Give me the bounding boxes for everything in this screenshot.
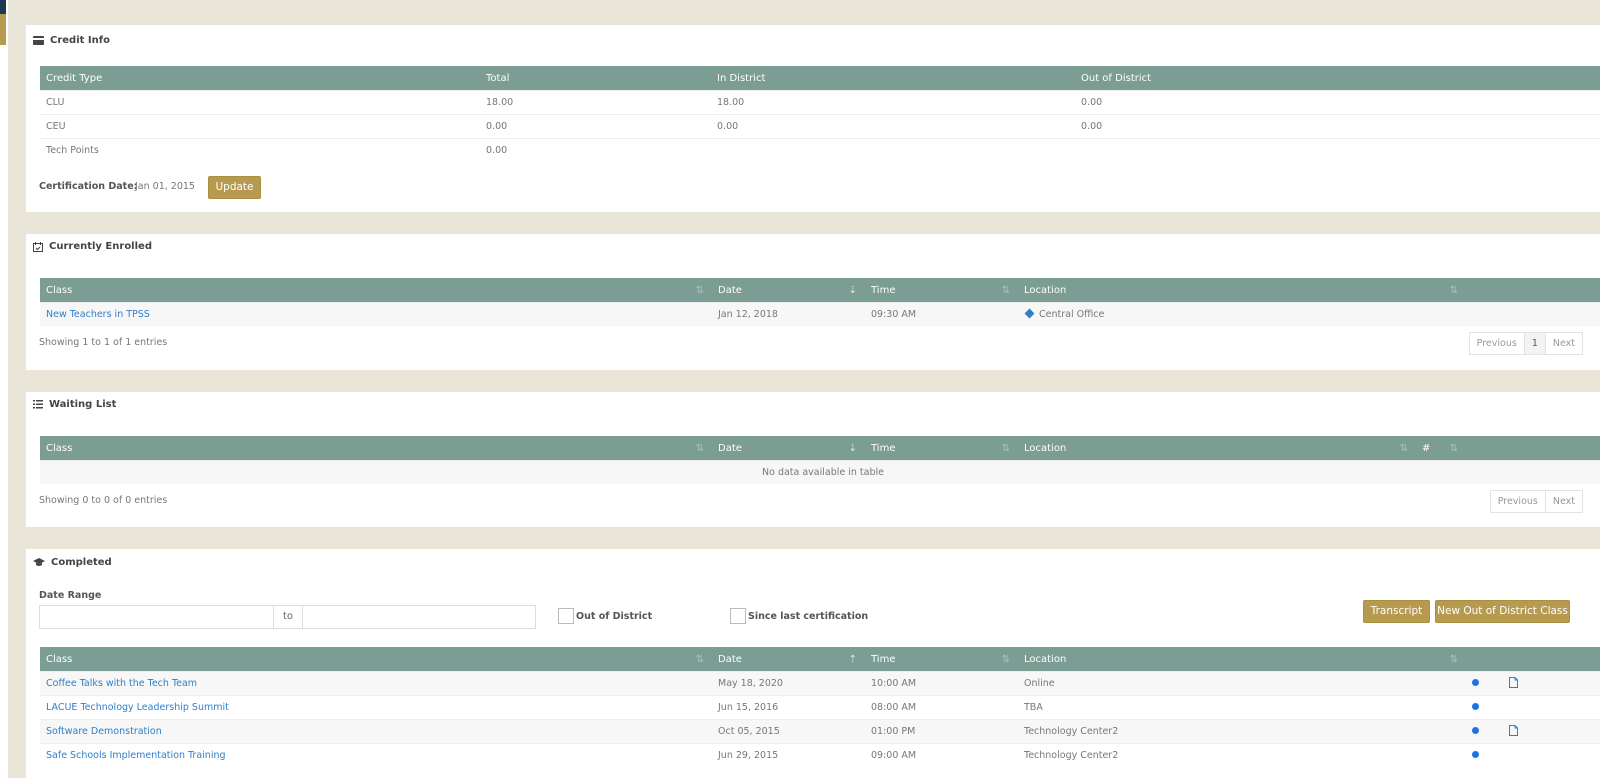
status-dot-icon[interactable] [1472, 679, 1479, 686]
date-from-input[interactable] [39, 605, 274, 629]
out-of-district-checkbox[interactable] [558, 608, 574, 624]
credit-table: Credit Type Total In District Out of Dis… [40, 66, 1600, 162]
document-icon[interactable] [1509, 676, 1518, 688]
out-of-district-label: Out of District [576, 611, 653, 622]
completed-table: Class ⇅ Date ⇡ Time ⇅ Location ⇅ Coffee Talk… [40, 647, 1600, 767]
col-out-of-district: Out of District [1075, 66, 1600, 91]
since-certification-checkbox[interactable] [730, 608, 746, 624]
currently-enrolled-panel: Currently Enrolled Class ⇅ Date ⇣ Time ⇅ Lo… [26, 234, 1600, 370]
completed-panel: Completed Date Range to Out of District … [26, 549, 1600, 778]
credit-info-panel: Credit Info Credit Type Total In Distric… [26, 25, 1600, 212]
sort-icon: ⇅ [1449, 443, 1458, 454]
sort-icon: ⇅ [1449, 285, 1458, 296]
sort-icon: ⇅ [1399, 443, 1408, 454]
next-button[interactable]: Next [1544, 333, 1582, 354]
col-class[interactable]: Class ⇅ [40, 647, 712, 672]
col-actions [1466, 278, 1600, 303]
col-time[interactable]: Time ⇅ [865, 647, 1018, 672]
graduation-cap-icon [33, 558, 45, 566]
class-link[interactable]: Coffee Talks with the Tech Team [46, 678, 197, 689]
col-time[interactable]: Time ⇅ [865, 278, 1018, 303]
table-row: LACUE Technology Leadership Summit Jun 1… [40, 695, 1600, 720]
since-certification-label: Since last certification [748, 611, 869, 622]
page-1-button[interactable]: 1 [1523, 333, 1545, 354]
enrolled-table: Class ⇅ Date ⇣ Time ⇅ Location ⇅ New Teacher… [40, 278, 1600, 326]
pagination: Previous Next [1489, 490, 1583, 513]
entries-info: Showing 0 to 0 of 0 entries [39, 495, 168, 506]
credit-info-title: Credit Info [33, 35, 110, 46]
table-row: Safe Schools Implementation Training Jun… [40, 743, 1600, 767]
empty-message: No data available in table [40, 460, 1600, 484]
status-dot-icon[interactable] [1472, 703, 1479, 710]
status-dot-icon[interactable] [1472, 751, 1479, 758]
transcript-button[interactable]: Transcript [1363, 600, 1430, 623]
pagination: Previous 1 Next [1468, 332, 1583, 355]
waiting-list-title: Waiting List [33, 399, 116, 410]
sort-asc-icon: ⇣ [848, 443, 857, 454]
date-to-input[interactable] [302, 605, 536, 629]
col-total: Total [480, 66, 711, 91]
previous-button[interactable]: Previous [1491, 491, 1545, 512]
col-status [1466, 647, 1503, 672]
table-row: CEU 0.00 0.00 0.00 [40, 114, 1600, 139]
col-location[interactable]: Location ⇅ [1018, 436, 1416, 461]
location-diamond-icon[interactable] [1024, 308, 1035, 319]
list-icon [33, 400, 43, 409]
left-sidebar-edge [0, 0, 8, 778]
sort-desc-icon: ⇡ [848, 654, 857, 665]
to-addon: to [273, 605, 303, 629]
sort-icon: ⇅ [1001, 443, 1010, 454]
table-row: New Teachers in TPSS Jan 12, 2018 09:30 … [40, 302, 1600, 326]
class-link[interactable]: New Teachers in TPSS [46, 309, 150, 320]
class-link[interactable]: Safe Schools Implementation Training [46, 750, 226, 761]
waiting-table: Class ⇅ Date ⇣ Time ⇅ Location ⇅ # ⇅ No data … [40, 436, 1600, 484]
update-button[interactable]: Update [208, 176, 261, 199]
col-location[interactable]: Location ⇅ [1018, 278, 1466, 303]
col-number[interactable]: # ⇅ [1416, 436, 1466, 461]
status-dot-icon[interactable] [1472, 727, 1479, 734]
document-icon[interactable] [1509, 724, 1518, 736]
certification-date-label: Certification Date: [39, 181, 138, 192]
col-location[interactable]: Location ⇅ [1018, 647, 1466, 672]
col-date[interactable]: Date ⇣ [712, 278, 865, 303]
col-actions [1466, 436, 1600, 461]
class-link[interactable]: LACUE Technology Leadership Summit [46, 702, 229, 713]
previous-button[interactable]: Previous [1470, 333, 1524, 354]
col-date[interactable]: Date ⇣ [712, 436, 865, 461]
col-credit-type: Credit Type [40, 66, 480, 91]
table-row: Coffee Talks with the Tech Team May 18, … [40, 671, 1600, 696]
sort-icon: ⇅ [695, 285, 704, 296]
completed-title: Completed [33, 557, 112, 568]
sort-icon: ⇅ [1001, 654, 1010, 665]
col-class[interactable]: Class ⇅ [40, 278, 712, 303]
table-row: CLU 18.00 18.00 0.00 [40, 90, 1600, 115]
table-row: Software Demonstration Oct 05, 2015 01:0… [40, 719, 1600, 744]
sort-icon: ⇅ [695, 654, 704, 665]
new-out-of-district-class-button[interactable]: New Out of District Class [1435, 600, 1570, 623]
credit-card-icon [33, 36, 44, 45]
certification-date-value: Jan 01, 2015 [135, 181, 195, 192]
sort-icon: ⇅ [1001, 285, 1010, 296]
sort-asc-icon: ⇣ [848, 285, 857, 296]
col-class[interactable]: Class ⇅ [40, 436, 712, 461]
table-row: No data available in table [40, 460, 1600, 484]
currently-enrolled-title: Currently Enrolled [33, 241, 152, 252]
date-range-label: Date Range [39, 590, 102, 601]
sort-icon: ⇅ [1449, 654, 1458, 665]
entries-info: Showing 1 to 1 of 1 entries [39, 337, 168, 348]
next-button[interactable]: Next [1544, 491, 1582, 512]
waiting-list-panel: Waiting List Class ⇅ Date ⇣ Time ⇅ Location… [26, 392, 1600, 527]
table-row: Tech Points 0.00 [40, 138, 1600, 162]
col-in-district: In District [711, 66, 1075, 91]
calendar-check-icon [33, 241, 43, 252]
class-link[interactable]: Software Demonstration [46, 726, 162, 737]
col-time[interactable]: Time ⇅ [865, 436, 1018, 461]
col-date[interactable]: Date ⇡ [712, 647, 865, 672]
col-document [1503, 647, 1600, 672]
sort-icon: ⇅ [695, 443, 704, 454]
